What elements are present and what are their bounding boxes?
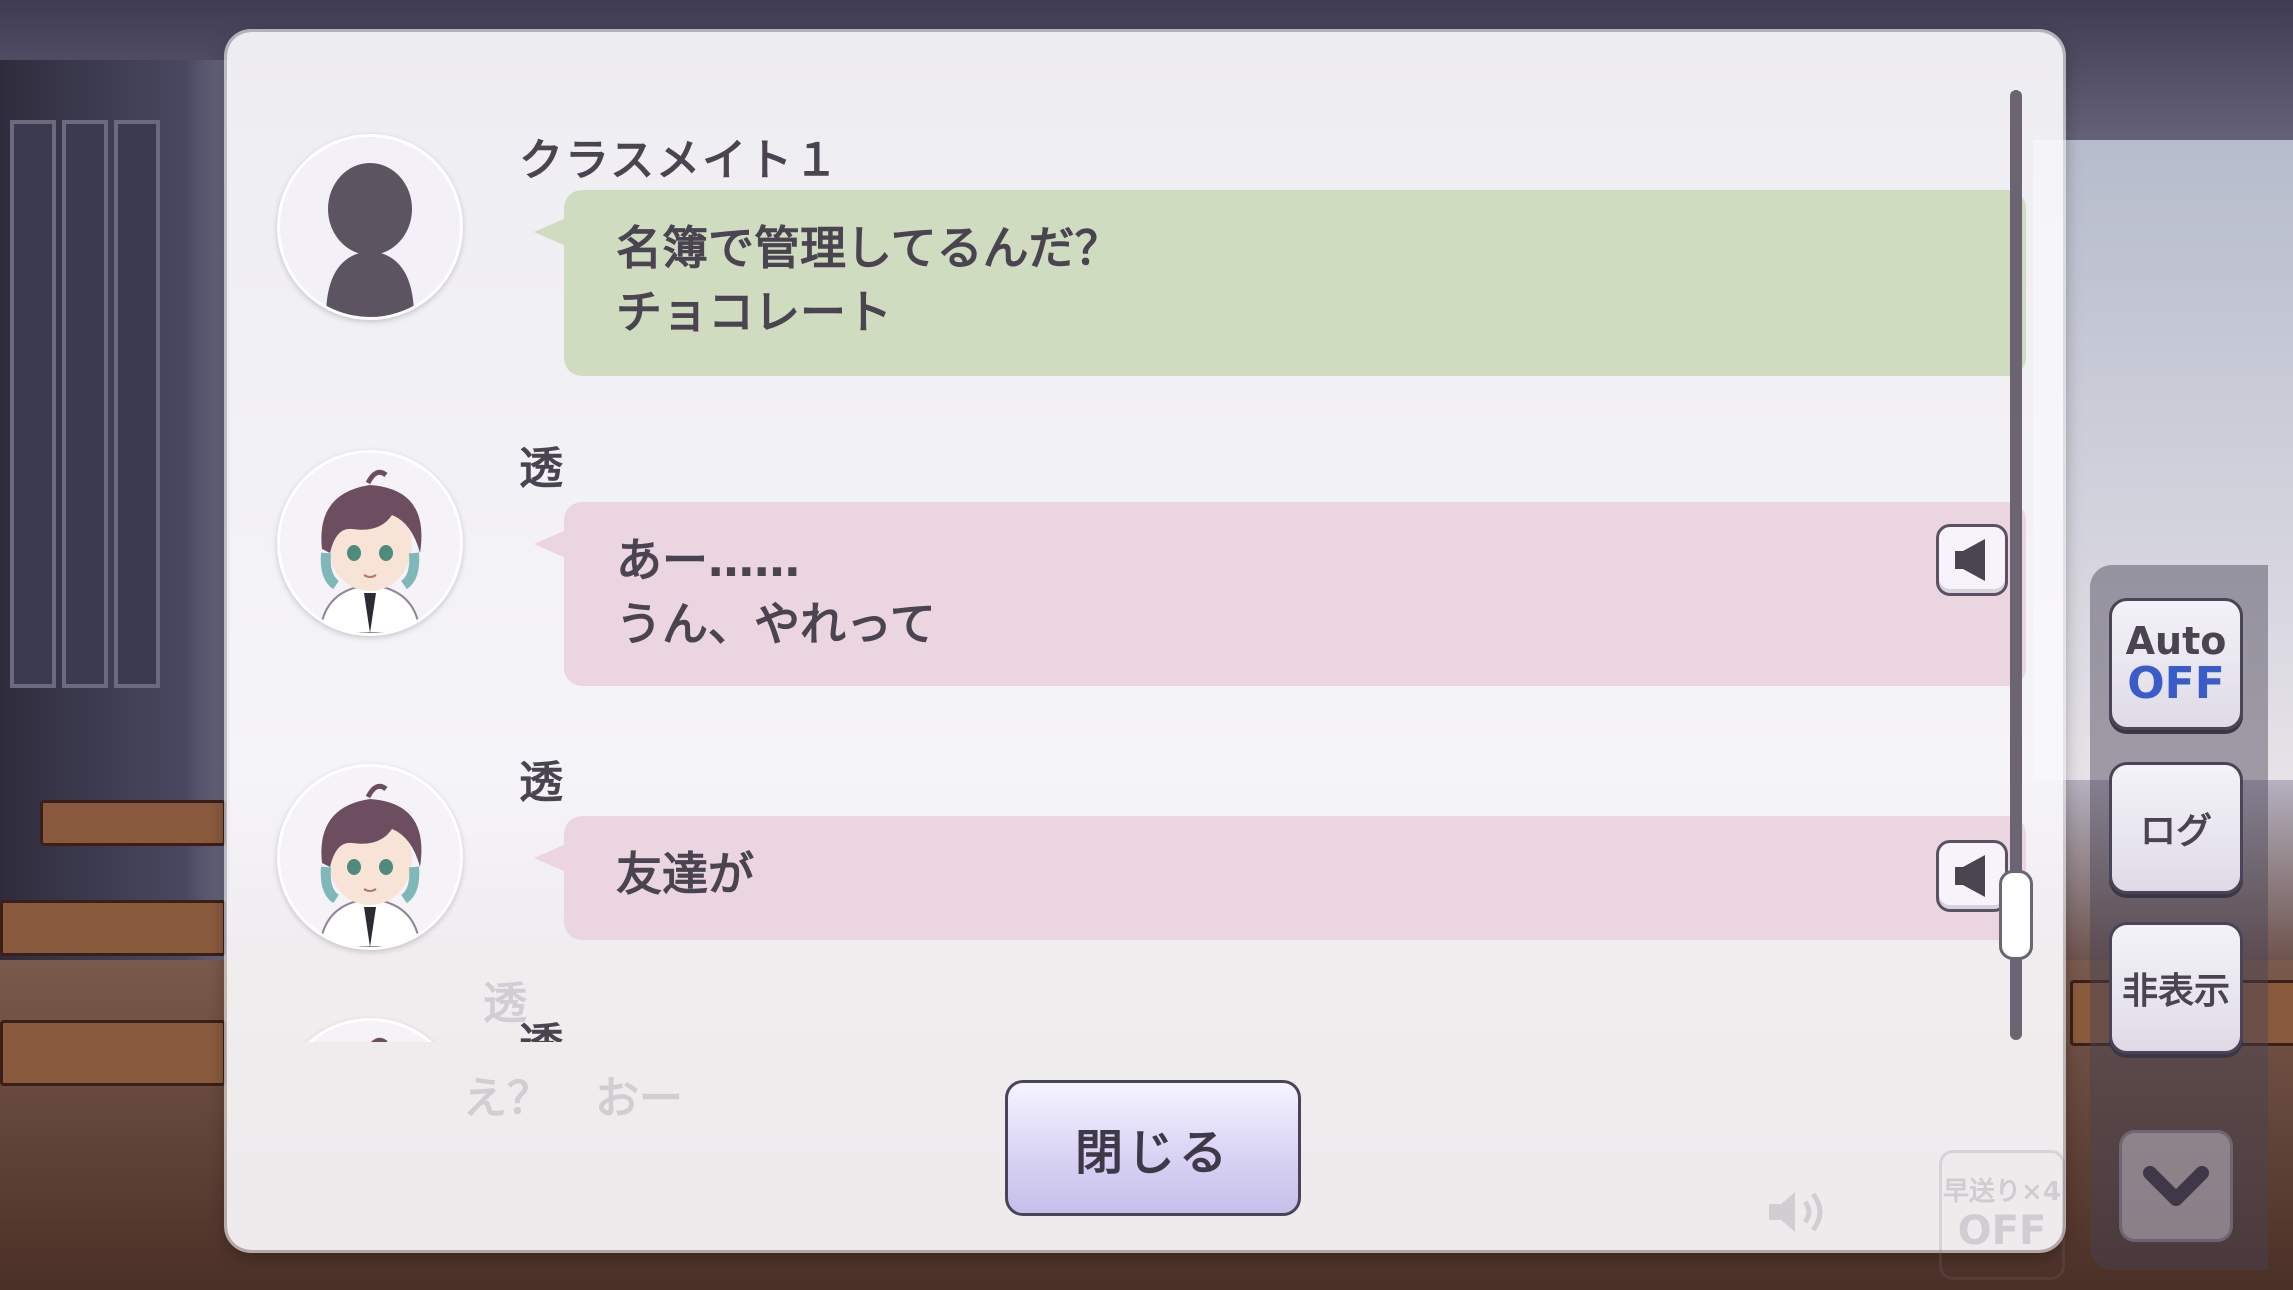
avatar (277, 450, 463, 636)
avatar (277, 764, 463, 950)
advance-button[interactable] (2119, 1130, 2233, 1242)
log-scroll-area[interactable]: クラスメイト１ 名簿で管理してるんだ？ チョコレート 透 あー…… うん、やれっ… (227, 32, 2027, 1042)
message-line: 友達が (616, 847, 754, 901)
message-bubble: 友達が (534, 816, 2026, 940)
log-entry: クラスメイト１ 名簿で管理してるんだ？ チョコレート (277, 100, 2026, 380)
speaker-icon (1955, 539, 1985, 581)
message-line: あー…… (616, 533, 800, 587)
message-line: チョコレート (616, 285, 892, 339)
left-window (62, 120, 108, 688)
message-bubble: 名簿で管理してるんだ？ チョコレート (534, 190, 2026, 376)
avatar (277, 134, 463, 320)
speaker-name: クラスメイト１ (519, 135, 841, 186)
log-label: ログ (2139, 811, 2212, 852)
speaker-name: 透 (519, 757, 565, 808)
chevron-down-icon (2143, 1166, 2209, 1206)
auto-state: OFF (2127, 658, 2225, 709)
background-line: え？ おー (463, 1073, 683, 1124)
speaker-name: 透 (519, 1008, 565, 1042)
auto-label: Auto (2125, 619, 2227, 663)
character-avatar (280, 1021, 460, 1042)
scrollbar-thumb[interactable] (1999, 870, 2033, 960)
silhouette-icon (326, 163, 414, 317)
volume-icon (1769, 1192, 1823, 1232)
log-entry: 透 あー…… うん、やれって (277, 412, 2026, 692)
speaker-name: 透 (519, 443, 565, 494)
close-button[interactable]: 閉じる (1005, 1080, 1301, 1216)
fast-forward-label: 早送り×4 (1943, 1177, 2061, 1207)
log-entry: 透 友達が (277, 726, 2026, 966)
auto-button[interactable]: Auto OFF (2109, 598, 2243, 730)
left-window (114, 120, 160, 688)
voice-replay-button[interactable] (1936, 524, 2008, 596)
hide-label: 非表示 (2121, 971, 2230, 1012)
desk (0, 900, 226, 956)
character-avatar (280, 767, 460, 947)
speaker-icon (1955, 855, 1985, 897)
left-window (10, 120, 56, 688)
desk (0, 1020, 226, 1086)
fast-forward-state: OFF (1957, 1208, 2047, 1254)
log-dialog: 透 え？ おー 早送り×4 OFF クラスメイト１ 名簿で管理してるんだ？ チョ… (227, 32, 2065, 1280)
message-line: 名簿で管理してるんだ？ (616, 221, 1121, 275)
log-button[interactable]: ログ (2109, 762, 2243, 894)
log-entry: 透 (277, 982, 2007, 1042)
voice-replay-button[interactable] (1936, 840, 2008, 912)
message-line: うん、やれって (616, 597, 936, 651)
hide-button[interactable]: 非表示 (2109, 922, 2243, 1054)
fast-forward-ghost: 早送り×4 OFF (1939, 1150, 2065, 1280)
message-bubble: あー…… うん、やれって (534, 502, 2026, 686)
character-avatar (280, 453, 460, 633)
avatar (277, 1018, 463, 1042)
desk (40, 800, 226, 846)
